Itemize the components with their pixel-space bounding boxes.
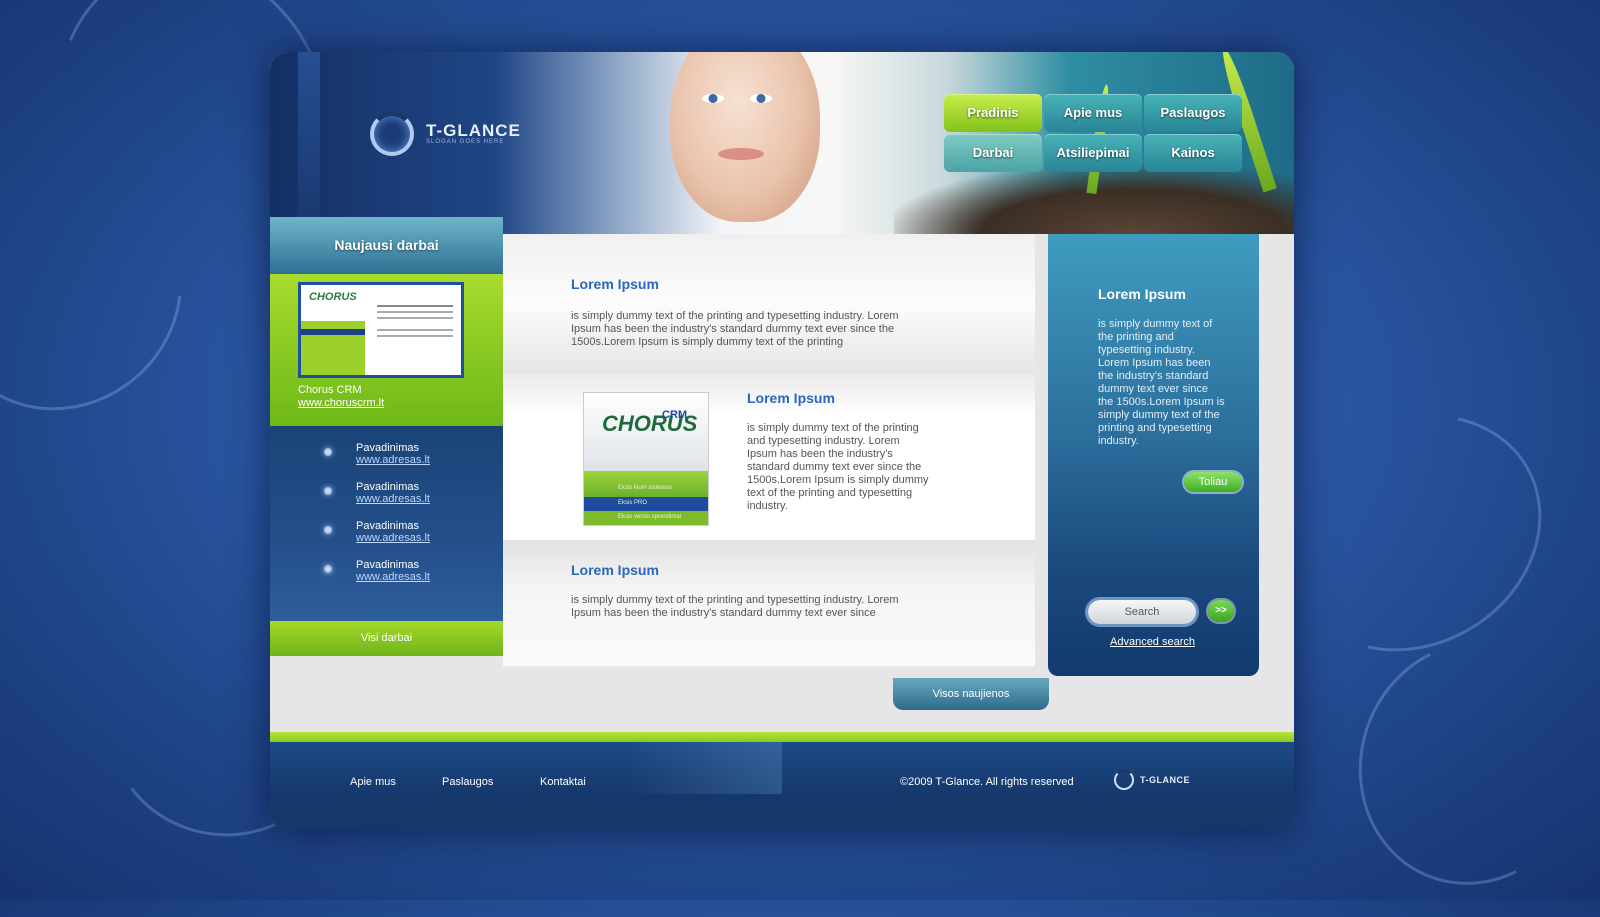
news-text: is simply dummy text of the printing and… (571, 310, 899, 348)
work-link[interactable]: www.adresas.lt (356, 571, 430, 583)
logo-ring-icon (370, 112, 414, 156)
all-news-button[interactable]: Visos naujienos (893, 678, 1049, 710)
bullet-icon (324, 565, 332, 573)
main-nav: Pradinis Apie mus Paslaugos Darbai Atsil… (944, 94, 1248, 172)
all-works-button[interactable]: Visi darbai (270, 621, 503, 656)
footer-green-line (270, 732, 1294, 742)
footer-logo-text: T-GLANCE (1140, 775, 1190, 785)
thumbnail-bar (301, 329, 365, 335)
footer-link-kontaktai[interactable]: Kontaktai (540, 776, 586, 788)
product-line: Eksis klum sistemos (618, 485, 673, 491)
model-lips (718, 148, 764, 160)
news-text: is simply dummy text of the printing and… (747, 422, 929, 512)
news-title[interactable]: Lorem Ipsum (747, 390, 835, 406)
nav-apie-mus[interactable]: Apie mus (1044, 94, 1142, 132)
bullet-icon (324, 526, 332, 534)
copyright-text: ©2009 T-Glance. All rights reserved (900, 776, 1074, 788)
sidebar-title: Lorem Ipsum (1098, 286, 1186, 302)
featured-work-name: Chorus CRM (298, 384, 362, 396)
product-logo-sub: CRM (662, 409, 688, 421)
works-list: Pavadinimas www.adresas.lt Pavadinimas w… (270, 426, 503, 621)
news-title[interactable]: Lorem Ipsum (571, 276, 659, 292)
news-title[interactable]: Lorem Ipsum (571, 562, 659, 578)
nav-pradinis[interactable]: Pradinis (944, 94, 1042, 132)
news-section: CHORUS CRM Eksis klum sistemos Eksis PRO… (503, 374, 1035, 540)
header-stripe (298, 52, 320, 234)
footer-band (270, 794, 1294, 830)
search-submit-button[interactable]: >> (1208, 600, 1234, 622)
site-frame: T-GLANCE SLOGAN GOES HERE Pradinis Apie … (270, 52, 1294, 830)
footer-link-paslaugos[interactable]: Paslaugos (442, 776, 493, 788)
work-link[interactable]: www.adresas.lt (356, 493, 430, 505)
footer-link-apie-mus[interactable]: Apie mus (350, 776, 396, 788)
works-list-item: Pavadinimas www.adresas.lt (324, 442, 430, 466)
bullet-icon (324, 448, 332, 456)
featured-work-thumbnail[interactable]: CHORUS (298, 282, 464, 378)
nav-atsiliepimai[interactable]: Atsiliepimai (1044, 134, 1142, 172)
product-line: Eksis PRO (618, 500, 648, 506)
works-list-item: Pavadinimas www.adresas.lt (324, 559, 430, 583)
footer: Apie mus Paslaugos Kontaktai ©2009 T-Gla… (270, 742, 1294, 830)
news-section: Lorem Ipsum is simply dummy text of the … (503, 234, 1035, 374)
product-line: Eksis versio sprendimai (618, 514, 682, 520)
work-title: Pavadinimas (356, 559, 419, 571)
model-eye (750, 94, 772, 103)
bullet-icon (324, 487, 332, 495)
model-photo (650, 52, 840, 234)
right-sidebar: Lorem Ipsum is simply dummy text of the … (1048, 234, 1259, 676)
news-section: Lorem Ipsum is simply dummy text of the … (503, 540, 1035, 666)
footer-logo[interactable]: T-GLANCE (1114, 770, 1190, 790)
logo-ring-icon (1114, 770, 1134, 790)
works-list-item: Pavadinimas www.adresas.lt (324, 481, 430, 505)
featured-work: CHORUS Chorus CRM www.choruscrm.lt (270, 274, 503, 426)
nav-darbai[interactable]: Darbai (944, 134, 1042, 172)
news-text: is simply dummy text of the printing and… (571, 594, 899, 619)
more-button[interactable]: Toliau (1184, 472, 1242, 492)
site-logo[interactable]: T-GLANCE SLOGAN GOES HERE (370, 112, 521, 156)
product-band-green (584, 471, 708, 497)
thumbnail-text (377, 305, 453, 307)
sidebar-text: is simply dummy text of the printing and… (1098, 318, 1225, 447)
work-link[interactable]: www.adresas.lt (356, 532, 430, 544)
latest-works-header: Naujausi darbai (270, 217, 503, 274)
logo-name: T-GLANCE (426, 121, 521, 140)
header-banner: T-GLANCE SLOGAN GOES HERE Pradinis Apie … (270, 52, 1294, 234)
background-swirl (1324, 608, 1600, 917)
model-eye (702, 94, 724, 103)
work-title: Pavadinimas (356, 520, 419, 532)
advanced-search-link[interactable]: Advanced search (1110, 636, 1195, 648)
nav-kainos[interactable]: Kainos (1144, 134, 1242, 172)
news-product-image[interactable]: CHORUS CRM Eksis klum sistemos Eksis PRO… (583, 392, 709, 526)
search-input[interactable]: Search (1088, 600, 1196, 624)
work-title: Pavadinimas (356, 481, 419, 493)
model-face (670, 52, 820, 222)
nav-paslaugos[interactable]: Paslaugos (1144, 94, 1242, 132)
featured-work-link[interactable]: www.choruscrm.lt (298, 397, 384, 409)
work-link[interactable]: www.adresas.lt (356, 454, 430, 466)
thumbnail-logo: CHORUS (309, 291, 357, 303)
work-title: Pavadinimas (356, 442, 419, 454)
latest-works-title: Naujausi darbai (334, 237, 439, 253)
news-content: Lorem Ipsum is simply dummy text of the … (503, 234, 1035, 666)
footer-highlight (626, 742, 782, 794)
works-list-item: Pavadinimas www.adresas.lt (324, 520, 430, 544)
